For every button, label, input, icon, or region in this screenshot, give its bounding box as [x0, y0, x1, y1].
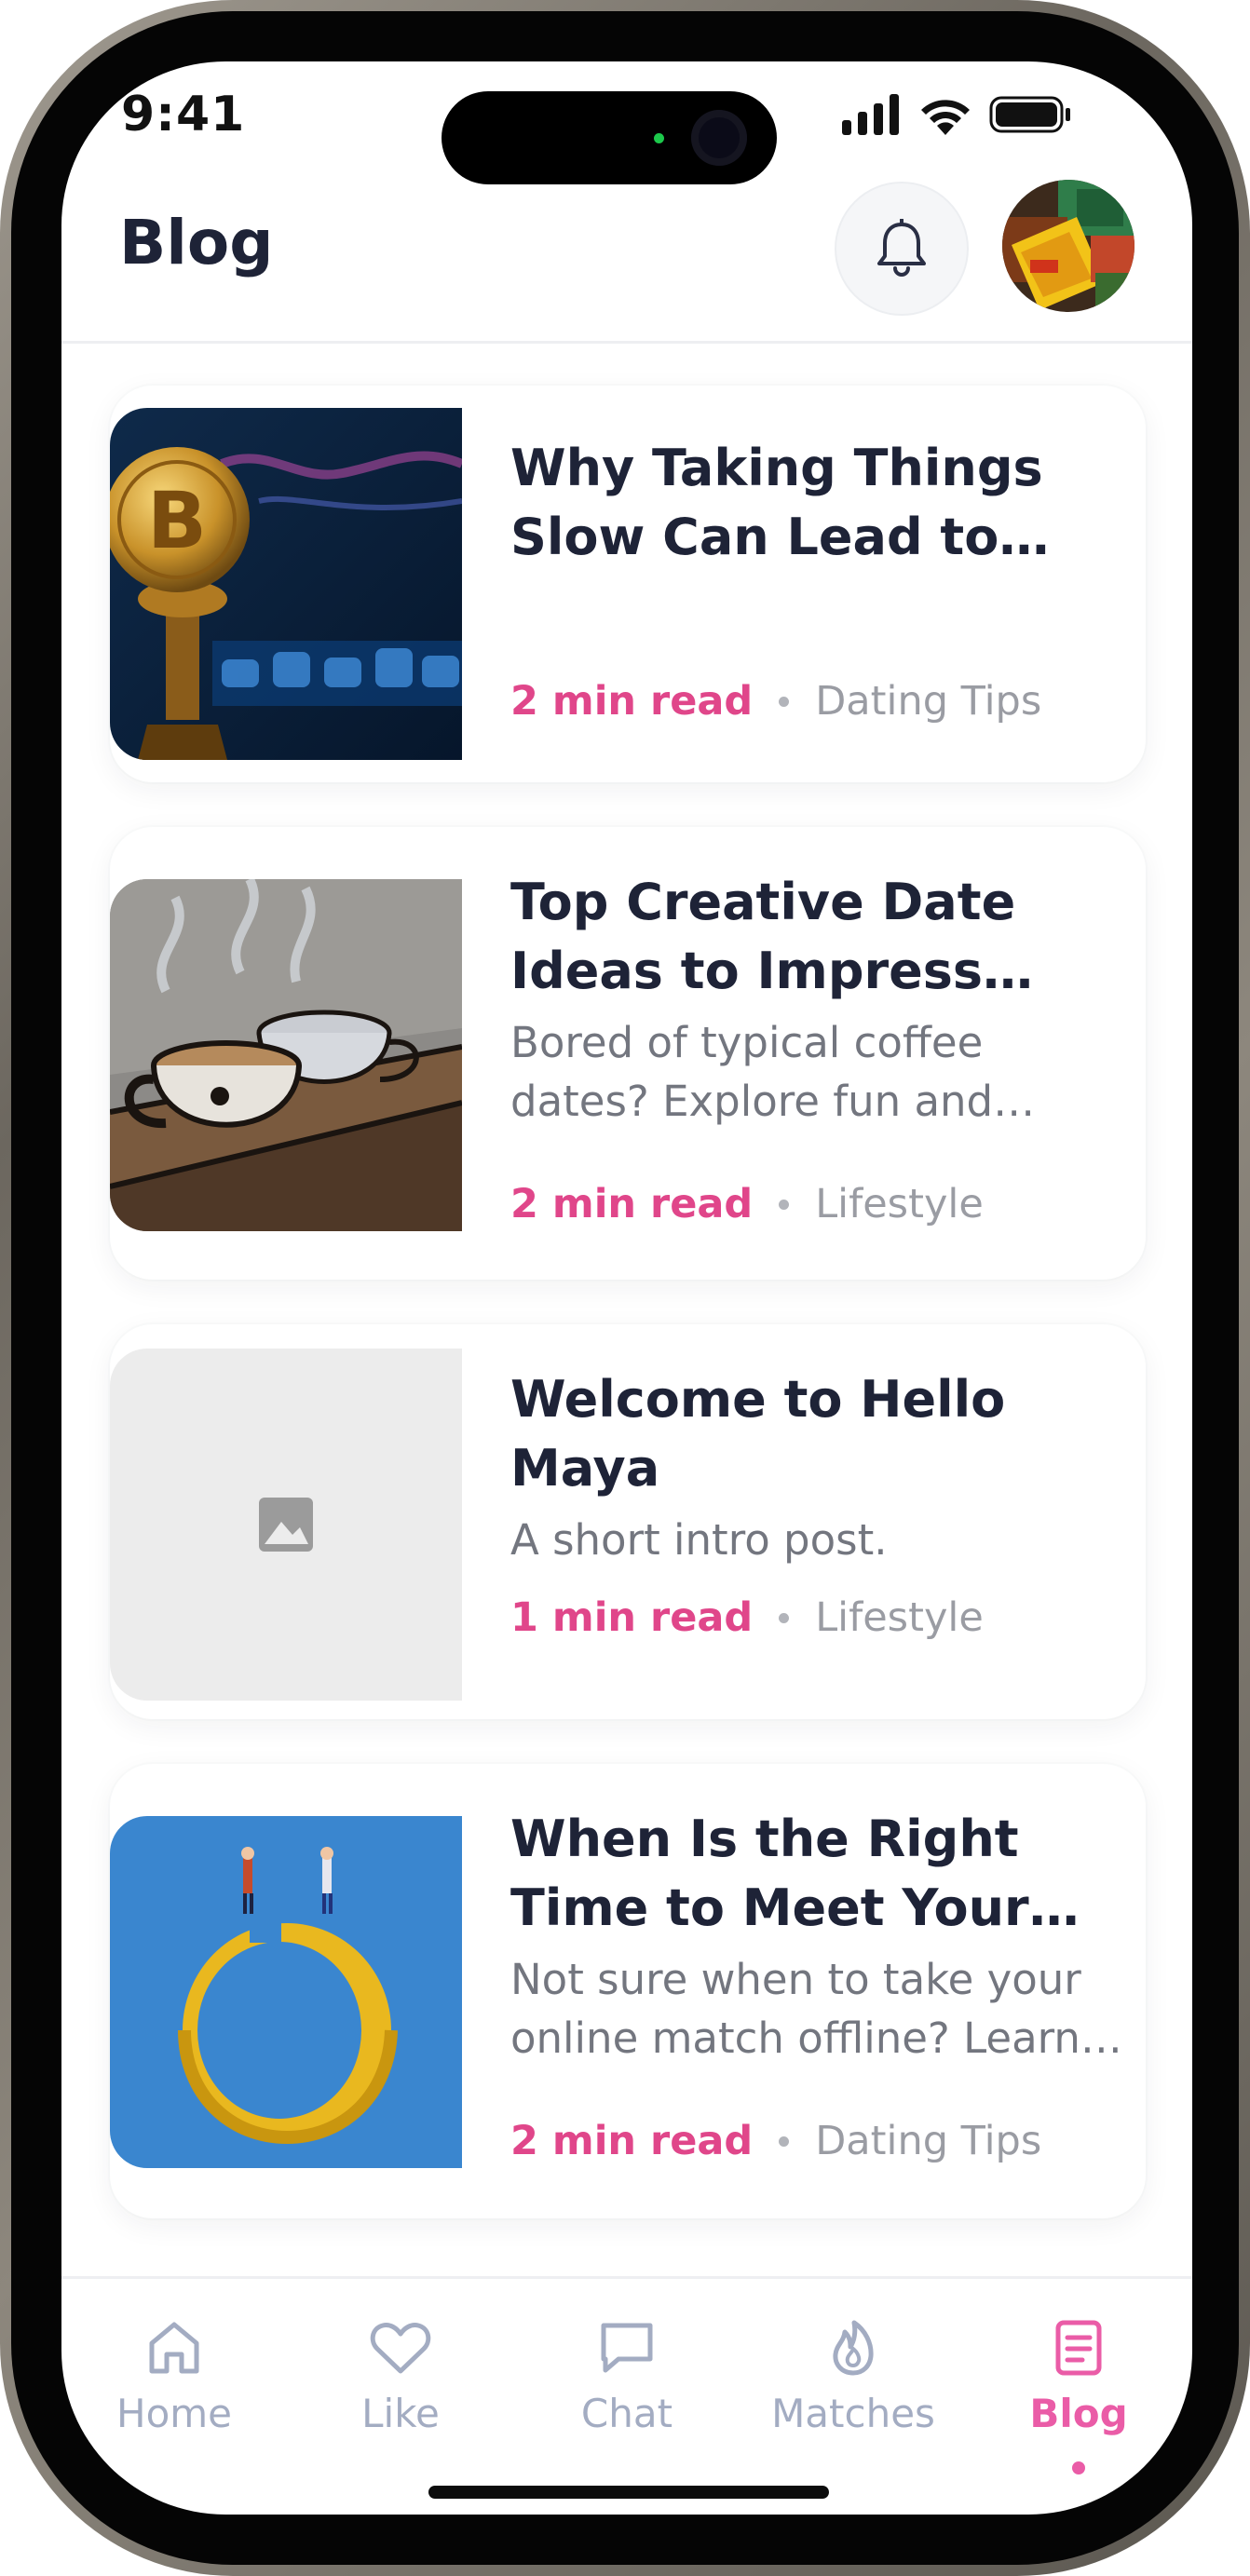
- post-meta: 2 min read Lifestyle: [510, 1181, 984, 1227]
- read-time: 1 min read: [510, 1594, 754, 1641]
- meta-separator: [779, 696, 790, 707]
- flame-icon: [833, 2320, 874, 2376]
- post-thumbnail: [110, 1349, 462, 1701]
- nav-matches[interactable]: Matches: [760, 2314, 946, 2436]
- home-indicator[interactable]: [428, 2486, 829, 2499]
- chat-icon: [601, 2323, 653, 2373]
- nav-active-indicator: [1072, 2461, 1085, 2474]
- home-icon: [149, 2322, 199, 2374]
- nav-label: Like: [361, 2391, 440, 2436]
- post-card[interactable]: When Is the Right Time to Meet Your Matc…: [110, 1764, 1146, 2218]
- battery-icon: [989, 96, 1070, 133]
- nav-blog[interactable]: Blog: [985, 2314, 1172, 2436]
- nav-divider: [61, 2276, 1192, 2279]
- post-meta: 2 min read Dating Tips: [510, 2118, 1041, 2164]
- page-title: Blog: [119, 207, 274, 278]
- heart-icon: [370, 2323, 431, 2374]
- svg-text:B: B: [147, 475, 207, 566]
- bell-icon: [877, 219, 926, 277]
- post-excerpt: Not sure when to take your online match …: [510, 1955, 1081, 2063]
- nav-label: Matches: [771, 2391, 935, 2436]
- image-placeholder-icon: [259, 1498, 313, 1552]
- post-thumbnail: [110, 879, 462, 1231]
- post-category: Lifestyle: [815, 1594, 984, 1641]
- post-meta: 2 min read Dating Tips: [510, 678, 1041, 725]
- post-thumbnail: B: [110, 408, 462, 760]
- post-title: Why Taking Things Slow Can Lead to Bette…: [510, 439, 1043, 566]
- post-category: Lifestyle: [815, 1181, 984, 1227]
- meta-separator: [779, 2135, 790, 2147]
- meta-separator: [779, 1199, 790, 1210]
- post-excerpt: Bored of typical coffee dates? Explore f…: [510, 1018, 994, 1126]
- dynamic-island: [442, 91, 777, 184]
- post-title: When Is the Right Time to Meet Your Matc…: [510, 1810, 1029, 1937]
- nav-home[interactable]: Home: [81, 2314, 267, 2436]
- notifications-button[interactable]: [835, 182, 969, 316]
- nav-label: Home: [115, 2391, 233, 2436]
- status-icons: [842, 91, 1073, 138]
- post-title: Top Creative Date Ideas to Impress Your …: [510, 873, 1016, 1000]
- wifi-icon: [921, 100, 970, 135]
- post-excerpt: A short intro post.: [510, 1515, 888, 1565]
- post-card[interactable]: B Why Taking Things Slow Can Lead to Bet…: [110, 386, 1146, 782]
- nav-label: Blog: [1029, 2391, 1128, 2436]
- status-time: 9:41: [121, 87, 246, 142]
- header-divider: [61, 341, 1192, 344]
- post-category: Dating Tips: [815, 678, 1042, 725]
- post-title: Welcome to Hello Maya: [510, 1370, 1006, 1498]
- nav-label: Chat: [580, 2391, 673, 2436]
- meta-separator: [779, 1612, 790, 1623]
- nav-chat[interactable]: Chat: [534, 2314, 720, 2436]
- read-time: 2 min read: [510, 2118, 754, 2164]
- post-thumbnail: [110, 1816, 462, 2168]
- read-time: 2 min read: [510, 1181, 754, 1227]
- read-time: 2 min read: [510, 678, 754, 725]
- post-category: Dating Tips: [815, 2118, 1042, 2164]
- blog-icon: [1055, 2320, 1102, 2376]
- signal-icon: [842, 94, 899, 135]
- post-card[interactable]: Welcome to Hello Maya A short intro post…: [110, 1324, 1146, 1719]
- post-card[interactable]: Top Creative Date Ideas to Impress Your …: [110, 827, 1146, 1280]
- avatar[interactable]: [1002, 180, 1135, 312]
- post-meta: 1 min read Lifestyle: [510, 1594, 984, 1641]
- nav-like[interactable]: Like: [307, 2314, 494, 2436]
